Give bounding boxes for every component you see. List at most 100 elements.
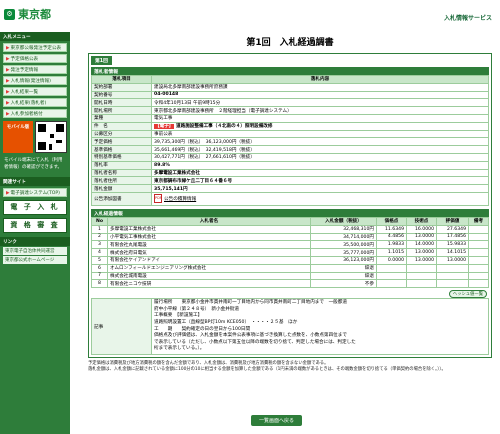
row-label: 予定価格 <box>91 137 152 147</box>
remarks-line: 工事概要 【新設施工】 <box>154 313 203 319</box>
cell-amount: 32,468,310円 <box>310 224 377 234</box>
link-joint-operation[interactable]: 東京電子自治体共同運営 <box>3 247 67 255</box>
logo-text: 東京都 <box>18 8 51 21</box>
table-row: 1 多摩電設工業株式会社 32,468,310円 11.6349 16.0000 27.6… <box>91 224 489 234</box>
arrow-icon: ▶ <box>6 57 10 62</box>
row-value: 89.8% <box>151 160 489 170</box>
arrow-icon: ▶ <box>6 90 10 95</box>
result-frame: 第1回 落札者情報 落札項目 落札内容 契約部署 建設局北多摩南部建設事務所庶務課… <box>88 53 492 358</box>
sidebar-item-order-plan[interactable]: ▶発注予定情報 <box>3 65 67 74</box>
cell-price: 1.9833 <box>376 240 407 250</box>
row-label: 落札者名称 <box>91 168 152 178</box>
hash-list-button[interactable]: ヘッシュ値一覧 <box>448 290 487 299</box>
sidebar-item-bid-info[interactable]: ▶入札情報(発注情報) <box>3 76 67 85</box>
cell-tech <box>406 271 437 281</box>
page-title: 第1回 入札経過調書 <box>246 38 334 48</box>
cell-tech: 14.0000 <box>406 240 437 250</box>
row-value: 電気工事 <box>151 113 489 123</box>
col-tech-score: 技術点 <box>406 216 437 226</box>
table-row: 8 有限会社ニコウ技研 不参 <box>91 279 489 289</box>
cell-name: 株式会社府日電気 <box>107 248 311 257</box>
electronic-badge: 【電子】 <box>154 124 175 130</box>
disclosure-link[interactable]: 公告の積算情報 <box>164 197 196 202</box>
cell-note <box>468 271 489 281</box>
cell-name: 株式会社城南電設 <box>107 271 311 281</box>
cell-eval <box>436 271 469 281</box>
cell-amount: 35,777,000円 <box>310 248 377 257</box>
cell-amount: 34,714,000円 <box>310 232 377 242</box>
cell-tech: 16.0000 <box>406 224 437 234</box>
cell-note <box>468 279 489 289</box>
table-row: 件 名【電子】 道路施設整備工事（４北南の４）照明設備改修 <box>91 121 489 131</box>
project-name: 道路施設整備工事（４北南の４）照明設備改修 <box>176 124 273 130</box>
qualification-button[interactable]: 資 格 審 査 <box>3 218 67 233</box>
sidebar-item-procurement-top[interactable]: ▶電子調達システム(TOP) <box>3 188 67 197</box>
row-label: 契約番号 <box>91 90 152 100</box>
table-row: 契約部署 建設局北多摩南部建設事務所庶務課 <box>91 82 489 92</box>
row-value: 35,715,141円 <box>151 184 489 193</box>
table-row: 契約番号 04-00148 <box>91 90 489 100</box>
sidebar-item-label: 入札結果一覧 <box>10 90 39 95</box>
row-value: 【電子】 道路施設整備工事（４北南の４）照明設備改修 <box>151 121 489 131</box>
table-row: 落札者住所 東京都調布市緑ケ丘二丁目６４番６号 <box>91 176 489 186</box>
sidebar-item-label: 入札結果(落札者) <box>10 101 47 106</box>
row-value: 東京都北多摩南部建設事務所 ２階経理担当（電子調達システム） <box>151 106 489 115</box>
sidebar-item-label: 電子調達システム(TOP) <box>10 191 60 196</box>
row-label: 落札者住所 <box>91 176 152 186</box>
col-name: 入札者名 <box>107 216 311 226</box>
cell-eval: 27.6349 <box>436 224 469 234</box>
sidebar-item-label: 発注予定情報 <box>10 68 39 73</box>
mobile-version-badge[interactable]: モバイル版 <box>3 121 33 153</box>
table-row: 基準価格 35,661,469円（税込） 32,419,518円（税抜） <box>91 145 489 154</box>
sidebar-item-result-list[interactable]: ▶入札結果一覧 <box>3 87 67 96</box>
cell-amount: 36,123,000円 <box>310 255 377 265</box>
cell-no: 8 <box>91 279 108 289</box>
row-value: 多摩電設工業株式会社 <box>151 168 489 178</box>
cell-eval <box>436 263 469 273</box>
row-label: 公募区分 <box>91 129 152 139</box>
e-bidding-button[interactable]: 電 子 入 札 <box>3 200 67 215</box>
award-col-item: 落札項目 <box>91 75 152 84</box>
table-row: 記事 履行場所 東京都小金井市貫井南町一丁目地内から同市貫井南町二丁目地内まで … <box>91 298 489 355</box>
cell-note <box>468 240 489 250</box>
cell-name: 有限会社ケイアンドアイ <box>107 255 311 265</box>
remarks-table: 記事 履行場所 東京都小金井市貫井南町一丁目地内から同市貫井南町二丁目地内まで … <box>91 298 489 355</box>
sidebar-item-label: 東京都公報発注予定公表 <box>10 46 62 51</box>
cell-no: 4 <box>91 248 108 257</box>
link-tokyo-official[interactable]: 東京都公式ホームページ <box>3 256 67 264</box>
bidders-section-heading: 入札経過情報 <box>91 208 489 217</box>
tab-round-1[interactable]: 第1回 <box>91 56 112 65</box>
site-header: ⚙ 東京都 入札情報サービス <box>0 0 500 30</box>
back-to-list-button[interactable]: 一覧画面へ戻る <box>251 415 303 426</box>
award-table: 落札項目 落札内容 契約部署 建設局北多摩南部建設事務所庶務課 契約番号 04-00… <box>91 75 489 206</box>
sidebar-item-bidder-rating[interactable]: ▶入札参加者格付 <box>3 109 67 118</box>
table-row: 落札金額 35,715,141円 <box>91 184 489 193</box>
row-label: 業種 <box>91 113 152 123</box>
cell-amount: 辞退 <box>310 271 377 281</box>
row-value: 30,427,771円（税込） 27,661,610円（税抜） <box>151 152 489 162</box>
cell-eval: 15.9833 <box>436 240 469 250</box>
arrow-icon: ▶ <box>6 112 10 117</box>
cell-eval: 17.4856 <box>436 232 469 242</box>
row-label: 特別基準価格 <box>91 152 152 162</box>
sidebar-item-result-winner[interactable]: ▶入札結果(落札者) <box>3 98 67 107</box>
col-note: 備考 <box>468 216 489 226</box>
col-amount: 入札金額（税抜） <box>310 216 377 226</box>
sidebar-item-planned-price[interactable]: ▶予定価格公表 <box>3 54 67 63</box>
table-row: 特別基準価格 30,427,771円（税込） 27,661,610円（税抜） <box>91 152 489 162</box>
cell-price: 11.6349 <box>376 224 407 234</box>
arrow-icon: ▶ <box>6 68 10 73</box>
remarks-label: 記事 <box>91 298 152 355</box>
cell-eval: 13.0000 <box>436 255 469 265</box>
cell-price: 4.4856 <box>376 232 407 242</box>
sidebar-item-announcement[interactable]: ▶東京都公報発注予定公表 <box>3 43 67 52</box>
cell-tech: 13.0000 <box>406 232 437 242</box>
tokyo-emblem-icon: ⚙ <box>4 8 15 20</box>
table-row: 落札者名称 多摩電設工業株式会社 <box>91 168 489 178</box>
tokyo-logo[interactable]: ⚙ 東京都 <box>4 6 51 22</box>
remarks-line: 道路照明設置工（直線型BP灯10m KCE050） ・・・・２５基 ほか <box>154 319 298 325</box>
qr-code-icon <box>35 121 67 153</box>
cell-eval: 14.1015 <box>436 248 469 257</box>
row-value: 35,661,469円（税込） 32,419,518円（税抜） <box>151 145 489 154</box>
table-row: 開札場所 東京都北多摩南部建設事務所 ２階経理担当（電子調達システム） <box>91 106 489 115</box>
